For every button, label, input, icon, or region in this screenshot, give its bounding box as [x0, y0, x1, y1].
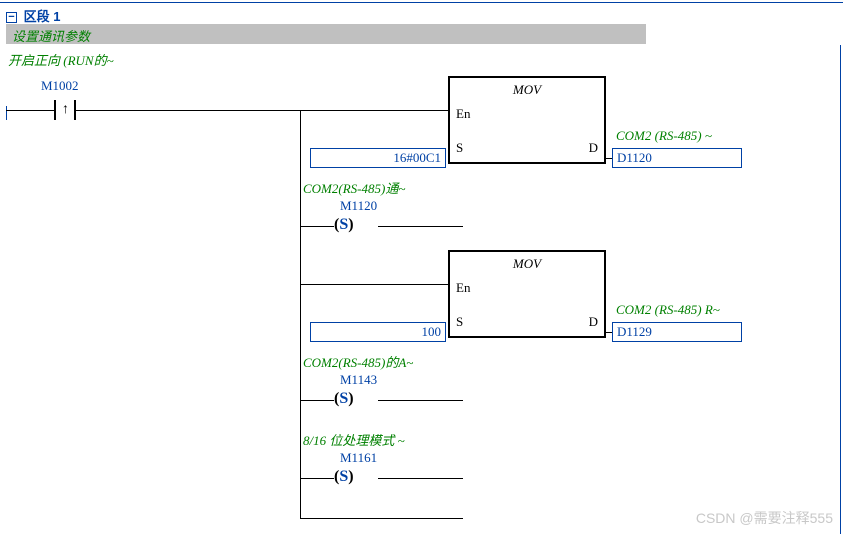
collapse-icon[interactable]: −: [6, 12, 17, 23]
set-coil-1[interactable]: (S): [334, 216, 354, 234]
branch-line: [300, 110, 301, 518]
wire: [300, 226, 334, 227]
mov1-title: MOV: [450, 78, 604, 104]
wire: [378, 478, 463, 479]
contact-address: M1002: [41, 78, 79, 94]
set-coil-2[interactable]: (S): [334, 390, 354, 408]
wire: [378, 226, 463, 227]
coil1-address: M1120: [340, 198, 377, 214]
mov1-dest-output[interactable]: D1120: [612, 148, 742, 168]
coil3-address: M1161: [340, 450, 377, 466]
wire: [76, 110, 448, 111]
mov2-dest-output[interactable]: D1129: [612, 322, 742, 342]
wire: [6, 110, 54, 111]
mov2-en-label: En: [456, 280, 470, 296]
mov2-dest-comment: COM2 (RS-485) R~: [616, 302, 720, 318]
mov2-d-label: D: [589, 314, 598, 330]
wire: [606, 332, 612, 333]
wire: [378, 400, 463, 401]
set-coil-3[interactable]: (S): [334, 468, 354, 486]
mov1-dest-comment: COM2 (RS-485) ~: [616, 128, 712, 144]
section-comment: 设置通讯参数: [6, 24, 646, 44]
coil3-comment: 8/16 位处理模式 ~: [303, 430, 405, 449]
mov1-d-label: D: [589, 140, 598, 156]
mov1-s-label: S: [456, 140, 463, 156]
mov-instruction-2[interactable]: MOV En S D: [448, 250, 606, 338]
right-rail: [840, 45, 841, 534]
coil2-comment: COM2(RS-485)的A~: [303, 352, 413, 371]
up-arrow-icon: ↑: [62, 101, 69, 119]
left-rail: [6, 106, 7, 120]
wire: [300, 518, 463, 519]
section-label: 区段 1: [24, 9, 61, 24]
coil1-comment: COM2(RS-485)通~: [303, 178, 405, 197]
coil2-address: M1143: [340, 372, 377, 388]
wire: [300, 284, 448, 285]
mov1-source-input[interactable]: 16#00C1: [310, 148, 446, 168]
top-border: [0, 2, 843, 3]
wire: [606, 158, 612, 159]
wire: [300, 400, 334, 401]
mov-instruction-1[interactable]: MOV En S D: [448, 76, 606, 164]
watermark: CSDN @需要注释555: [696, 508, 833, 528]
mov2-source-input[interactable]: 100: [310, 322, 446, 342]
mov1-en-label: En: [456, 106, 470, 122]
mov2-s-label: S: [456, 314, 463, 330]
contact-comment: 开启正向 (RUN的~: [8, 50, 114, 69]
section-header[interactable]: − 区段 1: [6, 6, 60, 25]
wire: [300, 478, 334, 479]
mov2-title: MOV: [450, 252, 604, 278]
